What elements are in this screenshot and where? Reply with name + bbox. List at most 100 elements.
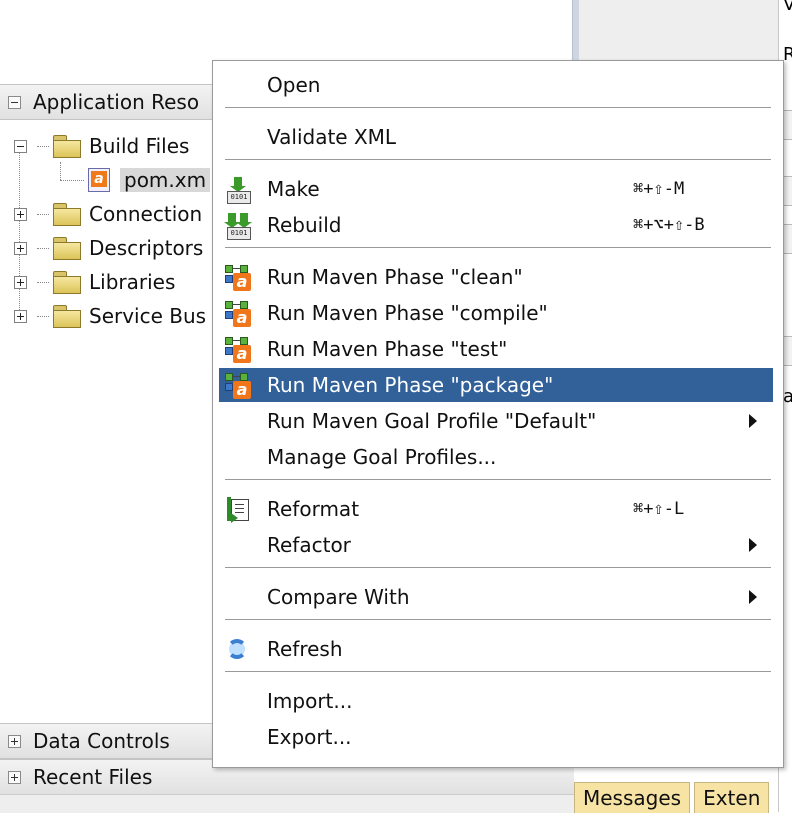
menu-item-validate-xml[interactable]: Validate XML: [219, 120, 773, 154]
maven-phase-icon: a: [225, 265, 251, 291]
tree-item-label: Build Files: [89, 134, 190, 158]
menu-item-label: Open: [267, 73, 321, 97]
expand-icon[interactable]: [14, 241, 27, 255]
tree-item-service-bus[interactable]: Service Bus: [14, 299, 206, 333]
menu-separator: [225, 107, 771, 108]
menu-item-run-goal-profile[interactable]: Run Maven Goal Profile "Default": [219, 404, 773, 438]
menu-item-run-test[interactable]: a Run Maven Phase "test": [219, 332, 773, 366]
right-edge-control-4[interactable]: [783, 336, 792, 366]
menu-item-manage-goal-profiles[interactable]: Manage Goal Profiles...: [219, 440, 773, 474]
horizontal-scrollbar[interactable]: [0, 794, 574, 813]
tree-connector: [37, 281, 49, 283]
tree-connector: [37, 145, 49, 147]
tree-item-label: Libraries: [89, 270, 176, 294]
tree-item-build-files[interactable]: Build Files: [14, 129, 189, 163]
tree-item-pom[interactable]: a pom.xm: [60, 163, 211, 197]
tab-messages[interactable]: Messages: [574, 782, 691, 813]
menu-item-label: Rebuild: [267, 213, 342, 237]
tree-connector: [37, 213, 49, 215]
menu-item-export[interactable]: Export...: [219, 720, 773, 754]
menu-item-make[interactable]: 0101 Make ⌘+⇧-M: [219, 172, 773, 206]
menu-item-label: Reformat: [267, 497, 360, 521]
menu-item-label: Compare With: [267, 585, 410, 609]
tab-extensions[interactable]: Exten: [694, 782, 770, 813]
menu-item-label: Run Maven Phase "package": [267, 373, 554, 397]
menu-item-label: Run Maven Phase "clean": [267, 265, 523, 289]
menu-item-label: Export...: [267, 725, 352, 749]
menu-item-label: Refresh: [267, 637, 343, 661]
menu-item-label: Run Maven Phase "test": [267, 337, 508, 361]
folder-icon: [53, 203, 81, 226]
folder-icon: [53, 305, 81, 328]
right-edge-text-3: a: [783, 386, 792, 407]
folder-icon: [53, 135, 81, 158]
tree-item-label: Descriptors: [89, 236, 204, 260]
submenu-arrow-icon: [749, 590, 757, 604]
expand-icon[interactable]: [8, 734, 21, 748]
menu-item-label: Make: [267, 177, 320, 201]
collapse-icon[interactable]: [8, 95, 21, 109]
folder-icon: [53, 237, 81, 260]
context-menu: Open Validate XML 0101 Make ⌘+⇧-M 0101 R…: [212, 60, 784, 768]
maven-phase-icon: a: [225, 301, 251, 327]
maven-phase-icon: a: [225, 337, 251, 363]
tree-item-libraries[interactable]: Libraries: [14, 265, 175, 299]
tree-connector: [60, 179, 84, 181]
tree-item-connections[interactable]: Connection: [14, 197, 202, 231]
menu-item-shortcut: ⌘+⌥+⇧-B: [633, 215, 705, 235]
menu-item-refresh[interactable]: Refresh: [219, 632, 773, 666]
menu-item-rebuild[interactable]: 0101 Rebuild ⌘+⌥+⇧-B: [219, 208, 773, 242]
submenu-arrow-icon: [749, 538, 757, 552]
menu-item-run-clean[interactable]: a Run Maven Phase "clean": [219, 260, 773, 294]
reformat-icon: [225, 497, 251, 523]
tree-item-label: Service Bus: [89, 304, 207, 328]
menu-item-run-compile[interactable]: a Run Maven Phase "compile": [219, 296, 773, 330]
expand-icon[interactable]: [14, 207, 27, 221]
collapse-icon[interactable]: [14, 139, 27, 153]
menu-item-reformat[interactable]: Reformat ⌘+⇧-L: [219, 492, 773, 526]
menu-separator: [225, 619, 771, 620]
expand-icon[interactable]: [14, 275, 27, 289]
right-edge-text-2: R: [783, 44, 792, 65]
expand-icon[interactable]: [8, 770, 21, 784]
right-edge-text-1: V: [783, 0, 792, 15]
menu-item-label: Import...: [267, 689, 353, 713]
menu-item-run-package[interactable]: a Run Maven Phase "package": [219, 368, 773, 402]
folder-icon: [53, 271, 81, 294]
maven-phase-icon: a: [225, 373, 251, 399]
data-controls-title: Data Controls: [33, 729, 170, 753]
right-edge-control-2[interactable]: [783, 176, 792, 206]
menu-separator: [225, 671, 771, 672]
menu-item-label: Refactor: [267, 533, 351, 557]
menu-separator: [225, 159, 771, 160]
menu-separator: [225, 479, 771, 480]
menu-item-label: Run Maven Goal Profile "Default": [267, 409, 597, 433]
rebuild-icon: 0101: [224, 213, 252, 240]
menu-separator: [225, 247, 771, 248]
make-icon: 0101: [225, 177, 251, 204]
menu-item-open[interactable]: Open: [219, 68, 773, 102]
application-resources-title: Application Reso: [33, 90, 200, 114]
recent-files-title: Recent Files: [33, 765, 153, 789]
bottom-tab-bar: Messages Exten: [574, 782, 773, 813]
tree-item-label: pom.xm: [120, 168, 211, 192]
menu-item-shortcut: ⌘+⇧-L: [633, 499, 685, 519]
expand-icon[interactable]: [14, 309, 27, 323]
menu-item-compare-with[interactable]: Compare With: [219, 580, 773, 614]
tree-connector: [37, 315, 49, 317]
right-edge-control-3[interactable]: [783, 224, 792, 254]
submenu-arrow-icon: [749, 414, 757, 428]
menu-item-label: Manage Goal Profiles...: [267, 445, 497, 469]
menu-item-shortcut: ⌘+⇧-M: [633, 179, 685, 199]
menu-item-refactor[interactable]: Refactor: [219, 528, 773, 562]
maven-file-icon: a: [88, 168, 110, 192]
menu-item-label: Validate XML: [267, 125, 397, 149]
menu-separator: [225, 567, 771, 568]
menu-item-import[interactable]: Import...: [219, 684, 773, 718]
refresh-icon: [225, 637, 251, 663]
tree-item-label: Connection: [89, 202, 203, 226]
tree-connector: [37, 247, 49, 249]
right-edge-control-1[interactable]: [783, 110, 792, 140]
menu-item-label: Run Maven Phase "compile": [267, 301, 548, 325]
tree-item-descriptors[interactable]: Descriptors: [14, 231, 203, 265]
